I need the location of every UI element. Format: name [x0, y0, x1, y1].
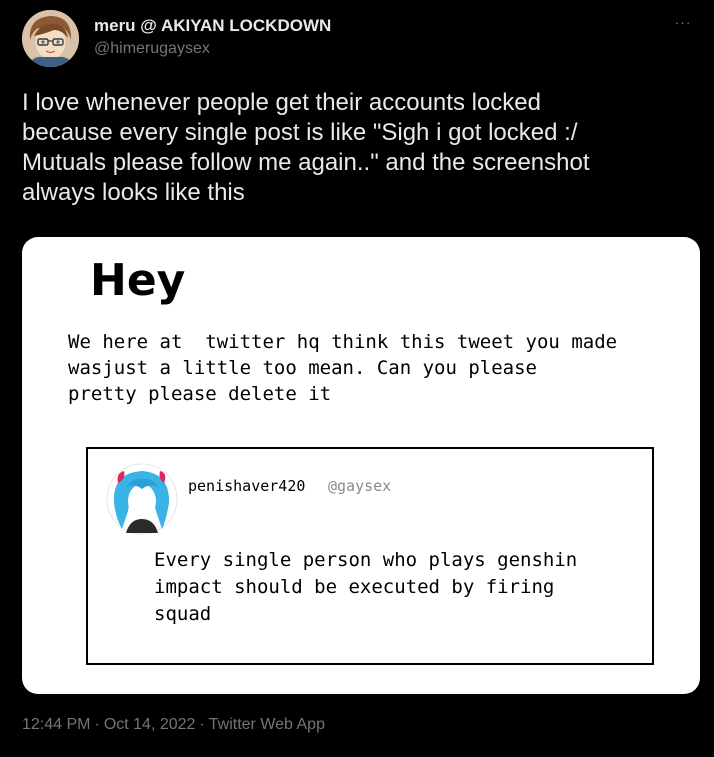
tweet-time[interactable]: 12:44 PM	[22, 716, 90, 733]
author-avatar[interactable]	[22, 10, 79, 67]
more-options-icon[interactable]: ···	[672, 15, 694, 29]
embedded-tweet-box: penishaver420 @gaysex Every single perso…	[86, 447, 654, 665]
embedded-avatar	[106, 463, 178, 535]
tweet-metadata: 12:44 PM · Oct 14, 2022 · Twitter Web App	[22, 716, 325, 734]
tweet-text: I love whenever people get their account…	[22, 89, 590, 206]
image-heading: Hey	[90, 255, 186, 306]
meta-separator: ·	[199, 716, 205, 733]
embedded-tweet-text: Every single person who plays genshin im…	[154, 549, 578, 625]
tweet-date[interactable]: Oct 14, 2022	[104, 716, 196, 733]
tweet-media-image[interactable]: Hey We here at twitter hq think this twe…	[22, 237, 700, 694]
embedded-tweet-name: penishaver420	[188, 477, 306, 495]
author-display-name[interactable]: meru @ AKIYAN LOCKDOWN	[94, 15, 331, 37]
image-notice-text: We here at twitter hq think this tweet y…	[68, 331, 618, 405]
meta-separator: ·	[94, 716, 100, 733]
author-handle[interactable]: @himerugaysex	[94, 38, 331, 60]
tweet-header: meru @ AKIYAN LOCKDOWN @himerugaysex ···	[22, 10, 692, 70]
author-names: meru @ AKIYAN LOCKDOWN @himerugaysex	[94, 15, 331, 60]
embedded-tweet-handle: @gaysex	[328, 477, 392, 495]
tweet-source-app[interactable]: Twitter Web App	[209, 716, 325, 733]
